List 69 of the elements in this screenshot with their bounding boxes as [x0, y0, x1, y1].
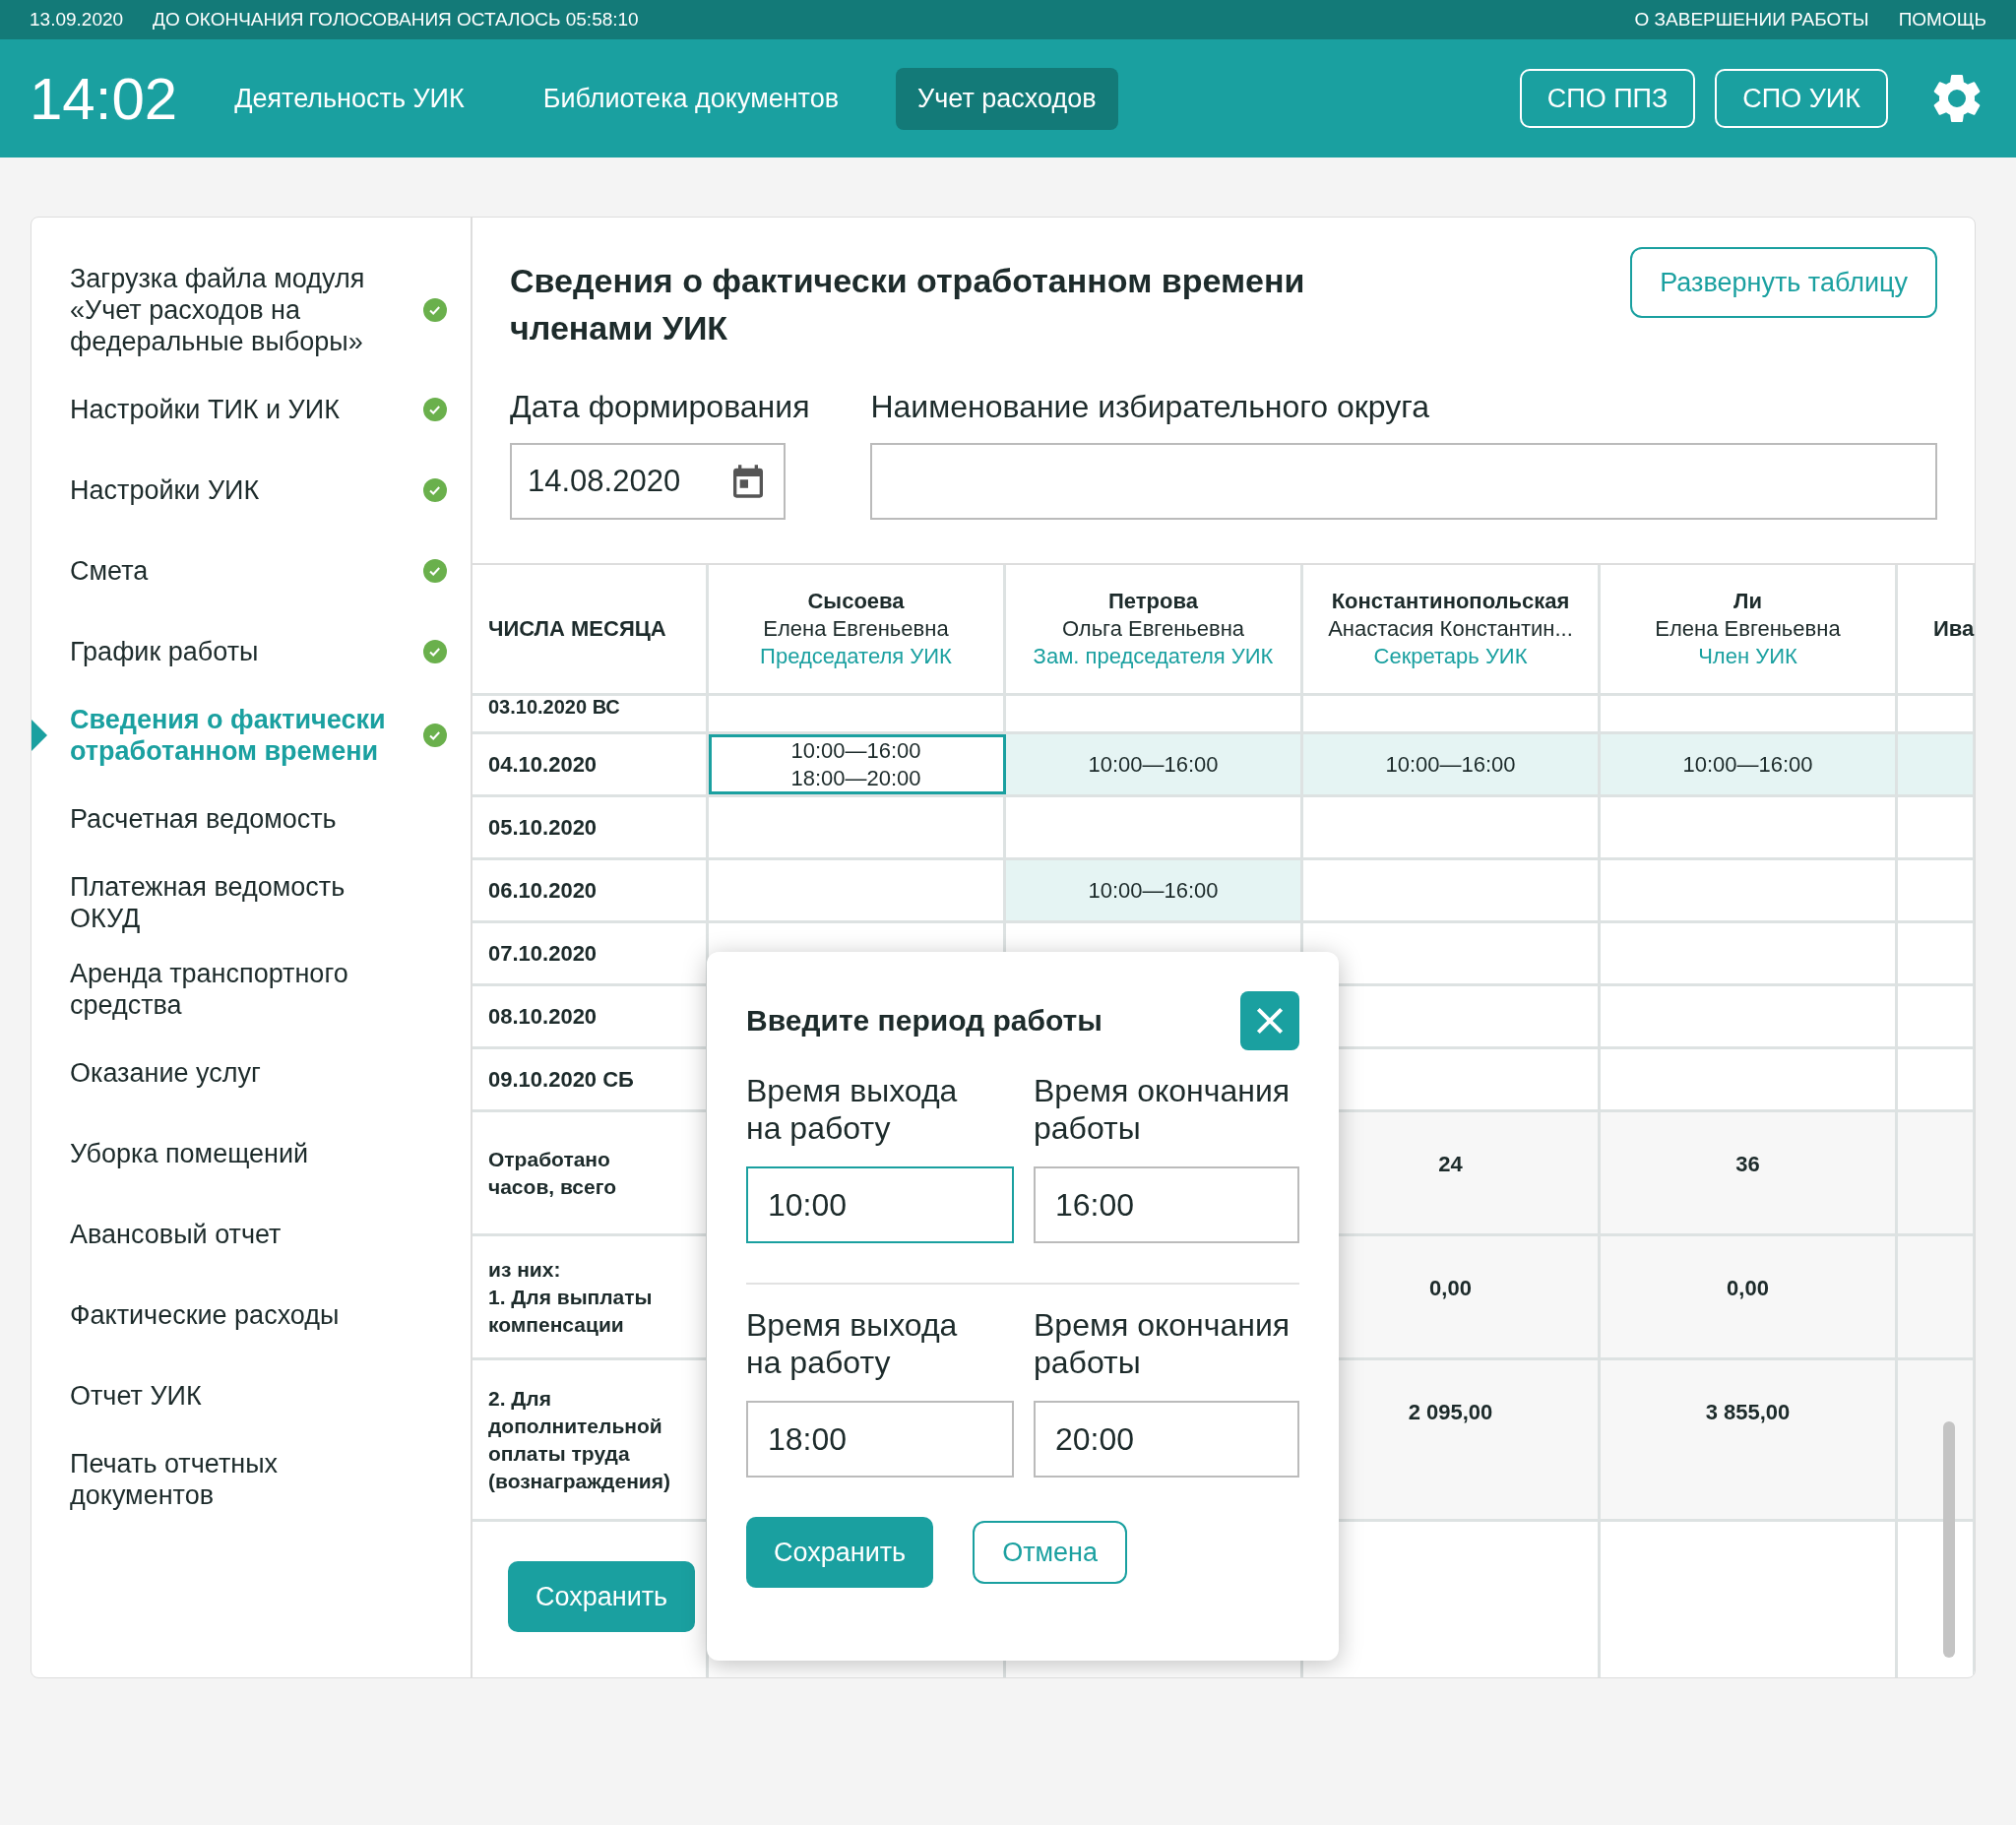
member-surname: Петрова	[1108, 588, 1198, 615]
field-label: Время окончания работы	[1034, 1072, 1292, 1147]
table-cell[interactable]: 36	[1601, 1112, 1898, 1233]
table-cell[interactable]: 10:00—16:00	[1601, 734, 1898, 794]
table-cell[interactable]: 0,00	[1601, 1236, 1898, 1357]
sidebar-item[interactable]: Платежная ведомость ОКУД	[32, 859, 471, 946]
nav-tab[interactable]: Учет расходов	[896, 67, 1118, 130]
sidebar-item[interactable]: Фактические расходы	[32, 1275, 471, 1355]
row-label: 05.10.2020	[488, 814, 598, 841]
field-label: Дата формирования	[510, 389, 810, 425]
sidebar-item[interactable]: Оказание услуг	[32, 1033, 471, 1113]
sidebar-item[interactable]: Настройки УИК	[32, 450, 471, 531]
table-cell[interactable]: 10:00—16:00	[1006, 734, 1303, 794]
time-field[interactable]: 18:00	[746, 1401, 1014, 1478]
row-label: 09.10.2020 СБ	[488, 1066, 634, 1093]
sidebar-item[interactable]: Отчет УИК	[32, 1355, 471, 1436]
sidebar-item[interactable]: Уборка помещений	[32, 1113, 471, 1194]
dialog-title: Введите период работы	[746, 1004, 1102, 1038]
row-label: Отработано часов, всего	[488, 1146, 617, 1200]
scrollbar[interactable]	[1943, 1421, 1955, 1658]
sidebar-item[interactable]: Печать отчетных документов	[32, 1436, 471, 1523]
member-surname: Ива	[1933, 615, 1975, 643]
sidebar-item[interactable]: Расчетная ведомость	[32, 779, 471, 859]
sidebar-item[interactable]: Смета	[32, 531, 471, 611]
row-label: из них: 1. Для выплаты компенсации	[488, 1256, 654, 1338]
voting-countdown: ДО ОКОНЧАНИЯ ГОЛОСОВАНИЯ ОСТАЛОСЬ 05:58:10	[153, 9, 639, 31]
column-header: ЧИСЛА МЕСЯЦА	[488, 616, 666, 642]
current-date: 13.09.2020	[30, 9, 124, 31]
district-field[interactable]	[870, 443, 1937, 520]
clock: 14:02	[30, 64, 178, 133]
row-label: 07.10.2020	[488, 940, 598, 967]
table-cell[interactable]: 3 855,00	[1601, 1360, 1898, 1519]
time-field[interactable]: 20:00	[1034, 1401, 1299, 1478]
field-label: Время выхода на работу	[746, 1072, 959, 1147]
member-surname: Сысоева	[807, 588, 905, 615]
field-label: Время выхода на работу	[746, 1306, 959, 1381]
row-label: 2. Для дополнительной оплаты труда (вознаграждения)	[488, 1385, 670, 1494]
top-link[interactable]: ПОМОЩЬ	[1898, 9, 1986, 31]
row-label: 04.10.2020	[488, 751, 598, 778]
sidebar-item[interactable]: Загрузка файла модуля «Учет расходов на федеральные выборы»	[32, 251, 471, 369]
time-field[interactable]: 10:00	[746, 1166, 1014, 1243]
table-cell[interactable]: 10:00—16:00	[1303, 734, 1601, 794]
member-name: Елена Евгеньевна	[763, 615, 949, 643]
member-name: Анастасия Константин...	[1328, 615, 1573, 643]
field-label: Время окончания работы	[1034, 1306, 1292, 1381]
member-role: Член УИК	[1698, 643, 1797, 670]
member-role: Секретарь УИК	[1373, 643, 1528, 670]
sidebar-item[interactable]: Авансовый отчет	[32, 1194, 471, 1275]
row-label: 06.10.2020	[488, 877, 598, 904]
member-surname: Константинопольская	[1331, 588, 1570, 615]
member-name: Елена Евгеньевна	[1655, 615, 1841, 643]
date-field[interactable]: 14.08.2020	[510, 443, 786, 520]
field-label: Наименование избирательного округа	[870, 389, 1430, 425]
time-field[interactable]: 16:00	[1034, 1166, 1299, 1243]
member-role: Зам. председателя УИК	[1033, 643, 1274, 670]
member-surname: Ли	[1733, 588, 1762, 615]
table-cell[interactable]: 10:00—16:00 18:00—20:00	[709, 734, 1006, 794]
sidebar-item[interactable]: Настройки ТИК и УИК	[32, 369, 471, 450]
close-button[interactable]	[1240, 991, 1299, 1050]
member-role: Председателя УИК	[760, 643, 952, 670]
member-name: Ольга Евгеньевна	[1061, 615, 1245, 643]
row-label: 03.10.2020 ВС	[488, 696, 620, 718]
row-label: 08.10.2020	[488, 1003, 598, 1030]
top-link[interactable]: О ЗАВЕРШЕНИИ РАБОТЫ	[1634, 9, 1869, 31]
table-cell[interactable]: 10:00—16:00	[1006, 860, 1303, 920]
sidebar-item[interactable]: Аренда транспортного средства	[32, 946, 471, 1033]
active-marker-icon	[32, 720, 47, 751]
sidebar-item[interactable]: График работы	[32, 611, 471, 692]
page-title: Сведения о фактически отработанном времени членами УИК	[510, 261, 1306, 348]
